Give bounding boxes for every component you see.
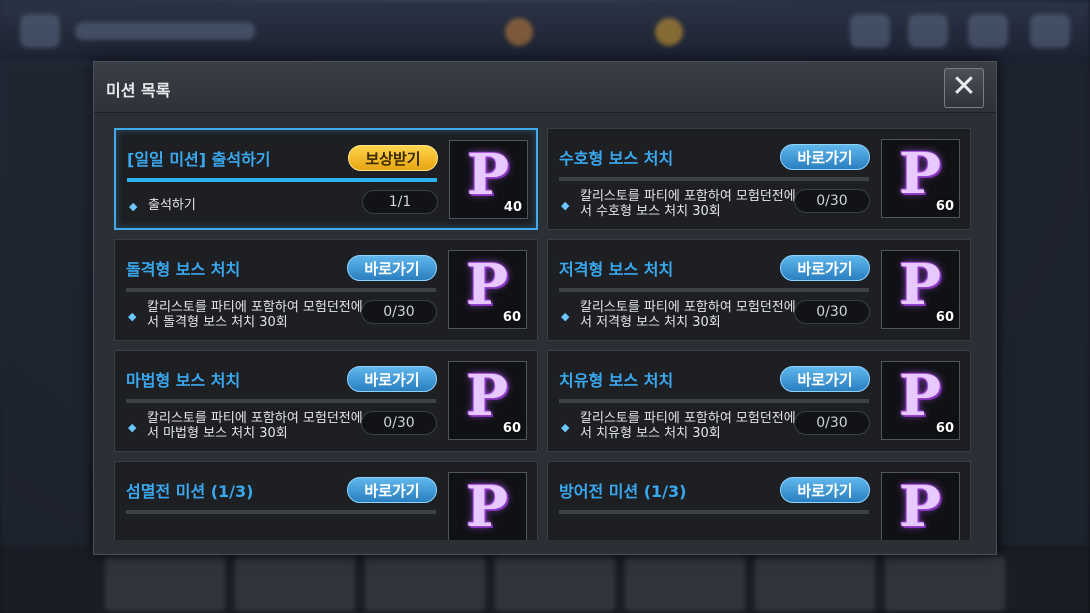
mission-card[interactable]: [일일 미션] 출석하기 보상받기 ◆ 출석하기 1/1 P 40 xyxy=(114,128,538,230)
close-button[interactable]: ✕ xyxy=(944,68,984,108)
mission-title: 섬멸전 미션 (1/3) xyxy=(126,482,254,501)
mission-list-modal: 미션 목록 ✕ [일일 미션] 출석하기 보상받기 ◆ 출석하기 1/1 P 40 수호형 보… xyxy=(93,61,997,555)
mission-description: 출석하기 xyxy=(148,182,368,228)
p-point-icon: P xyxy=(465,363,509,429)
reward-slot[interactable]: P xyxy=(448,472,527,540)
mission-progress-count: 0/30 xyxy=(794,300,870,324)
mission-description: 칼리스토를 파티에 포함하여 모험던전에서 저격형 보스 처치 30회 xyxy=(580,292,800,338)
reward-slot[interactable]: P 60 xyxy=(448,250,527,329)
mission-card[interactable]: 저격형 보스 처치 바로가기 ◆ 칼리스토를 파티에 포함하여 모험던전에서 저격형 … xyxy=(547,239,971,341)
mission-list[interactable]: [일일 미션] 출석하기 보상받기 ◆ 출석하기 1/1 P 40 수호형 보스 처치 바로가기… xyxy=(114,128,974,540)
p-point-icon: P xyxy=(898,363,942,429)
mission-progress-count: 0/30 xyxy=(361,411,437,435)
go-to-button[interactable]: 바로가기 xyxy=(780,255,870,281)
background-right-panel xyxy=(998,62,1090,548)
mission-card[interactable]: 섬멸전 미션 (1/3) 바로가기 P xyxy=(114,461,538,540)
reward-count: 60 xyxy=(935,310,954,325)
modal-title: 미션 목록 xyxy=(106,81,171,100)
p-point-icon: P xyxy=(465,474,509,540)
reward-count: 60 xyxy=(935,199,954,214)
reward-slot[interactable]: P 60 xyxy=(448,361,527,440)
mission-card[interactable]: 수호형 보스 처치 바로가기 ◆ 칼리스토를 파티에 포함하여 모험던전에서 수호형 … xyxy=(547,128,971,230)
go-to-button[interactable]: 바로가기 xyxy=(347,477,437,503)
mission-title: 방어전 미션 (1/3) xyxy=(559,482,687,501)
mission-title: 저격형 보스 처치 xyxy=(559,260,674,279)
reward-slot[interactable]: P 60 xyxy=(881,250,960,329)
background-top-bar xyxy=(0,0,1090,62)
mission-title: 마법형 보스 처치 xyxy=(126,371,241,390)
mission-progress-count: 0/30 xyxy=(361,300,437,324)
go-to-button[interactable]: 바로가기 xyxy=(780,477,870,503)
go-to-button[interactable]: 바로가기 xyxy=(347,366,437,392)
bullet-diamond-icon: ◆ xyxy=(561,199,570,212)
bullet-diamond-icon: ◆ xyxy=(561,310,570,323)
reward-count: 60 xyxy=(935,421,954,436)
p-point-icon: P xyxy=(898,252,942,318)
bullet-diamond-icon: ◆ xyxy=(129,200,138,213)
mission-description: 칼리스토를 파티에 포함하여 모험던전에서 치유형 보스 처치 30회 xyxy=(580,403,800,449)
mission-title: [일일 미션] 출석하기 xyxy=(127,150,271,169)
reward-count: 60 xyxy=(502,421,521,436)
bullet-diamond-icon: ◆ xyxy=(128,421,137,434)
modal-header: 미션 목록 ✕ xyxy=(94,62,996,113)
mission-progress-count: 1/1 xyxy=(362,190,438,214)
reward-slot[interactable]: P 40 xyxy=(449,140,528,219)
mission-title: 치유형 보스 처치 xyxy=(559,371,674,390)
bullet-diamond-icon: ◆ xyxy=(561,421,570,434)
mission-card[interactable]: 치유형 보스 처치 바로가기 ◆ 칼리스토를 파티에 포함하여 모험던전에서 치유형 … xyxy=(547,350,971,452)
mission-progress-count: 0/30 xyxy=(794,411,870,435)
p-point-icon: P xyxy=(465,252,509,318)
mission-description-text: 칼리스토를 파티에 포함하여 모험던전에서 저격형 보스 처치 30회 xyxy=(580,300,796,330)
p-point-icon: P xyxy=(466,142,510,208)
mission-description-text: 칼리스토를 파티에 포함하여 모험던전에서 돌격형 보스 처치 30회 xyxy=(147,300,363,330)
mission-card[interactable]: 방어전 미션 (1/3) 바로가기 P xyxy=(547,461,971,540)
reward-slot[interactable]: P 60 xyxy=(881,361,960,440)
mission-progress-bar xyxy=(559,510,869,514)
background-left-panel xyxy=(0,62,92,548)
background-bottom-bar xyxy=(0,548,1090,613)
reward-slot[interactable]: P 60 xyxy=(881,139,960,218)
mission-description-text: 출석하기 xyxy=(148,197,196,213)
mission-description: 칼리스토를 파티에 포함하여 모험던전에서 돌격형 보스 처치 30회 xyxy=(147,292,367,338)
p-point-icon: P xyxy=(898,474,942,540)
mission-description-text: 칼리스토를 파티에 포함하여 모험던전에서 수호형 보스 처치 30회 xyxy=(580,189,796,219)
mission-title: 돌격형 보스 처치 xyxy=(126,260,241,279)
mission-card[interactable]: 돌격형 보스 처치 바로가기 ◆ 칼리스토를 파티에 포함하여 모험던전에서 돌격형 … xyxy=(114,239,538,341)
mission-description-text: 칼리스토를 파티에 포함하여 모험던전에서 치유형 보스 처치 30회 xyxy=(580,411,796,441)
go-to-button[interactable]: 바로가기 xyxy=(347,255,437,281)
mission-description: 칼리스토를 파티에 포함하여 모험던전에서 마법형 보스 처치 30회 xyxy=(147,403,367,449)
mission-title: 수호형 보스 처치 xyxy=(559,149,674,168)
reward-count: 60 xyxy=(502,310,521,325)
claim-reward-button[interactable]: 보상받기 xyxy=(348,145,438,171)
go-to-button[interactable]: 바로가기 xyxy=(780,366,870,392)
reward-count: 40 xyxy=(503,200,522,215)
close-icon: ✕ xyxy=(951,69,977,104)
mission-description: 칼리스토를 파티에 포함하여 모험던전에서 수호형 보스 처치 30회 xyxy=(580,181,800,227)
go-to-button[interactable]: 바로가기 xyxy=(780,144,870,170)
reward-slot[interactable]: P xyxy=(881,472,960,540)
p-point-icon: P xyxy=(898,141,942,207)
mission-description-text: 칼리스토를 파티에 포함하여 모험던전에서 마법형 보스 처치 30회 xyxy=(147,411,363,441)
mission-progress-count: 0/30 xyxy=(794,189,870,213)
mission-progress-bar xyxy=(126,510,436,514)
bullet-diamond-icon: ◆ xyxy=(128,310,137,323)
mission-card[interactable]: 마법형 보스 처치 바로가기 ◆ 칼리스토를 파티에 포함하여 모험던전에서 마법형 … xyxy=(114,350,538,452)
